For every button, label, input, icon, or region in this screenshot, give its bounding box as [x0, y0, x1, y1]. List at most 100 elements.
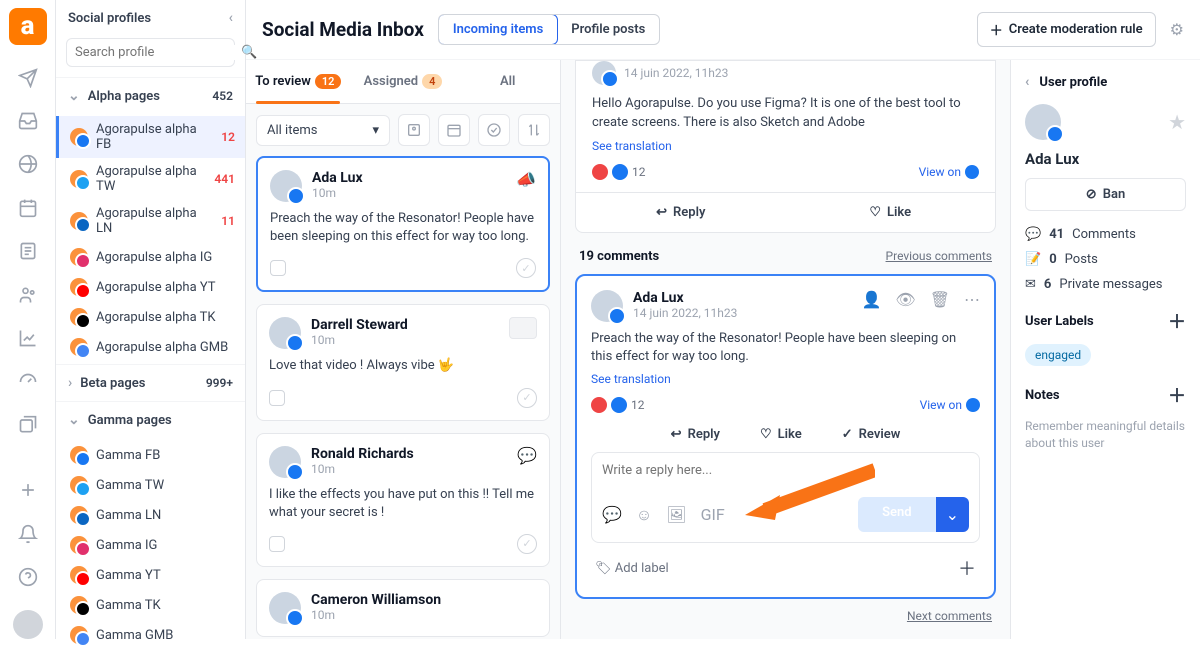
notes-icon[interactable] — [17, 241, 39, 262]
previous-comments-link[interactable]: Previous comments — [886, 249, 992, 264]
like-action[interactable]: ♡ Like — [760, 427, 802, 442]
review-action[interactable]: ✓ Review — [842, 427, 901, 442]
profile-item[interactable]: Gamma TK — [56, 590, 245, 620]
user-icon[interactable]: 👤 — [861, 290, 881, 309]
saved-reply-icon[interactable]: 💬 — [602, 505, 622, 524]
status-icon[interactable] — [478, 114, 510, 146]
profile-item[interactable]: Agorapulse alpha YT — [56, 272, 245, 302]
megaphone-icon: 📣 — [516, 170, 536, 189]
send-dropdown[interactable]: ⌄ — [936, 497, 969, 532]
next-comments-link[interactable]: Next comments — [575, 599, 996, 633]
section-gamma[interactable]: ⌄ Gamma pages — [56, 401, 245, 438]
translate-link[interactable]: See translation — [592, 139, 672, 153]
tab-assigned[interactable]: Assigned4 — [351, 60, 456, 103]
user-label-chip[interactable]: engaged — [1025, 344, 1091, 366]
view-on-link[interactable]: View on — [920, 398, 980, 412]
stat-posts: 📝0Posts — [1025, 252, 1186, 267]
assign-icon[interactable] — [398, 114, 430, 146]
notes-placeholder: Remember meaningful details about this u… — [1025, 418, 1186, 452]
avatar — [269, 317, 301, 349]
reply-action[interactable]: ↩ Reply — [671, 427, 720, 442]
image-icon[interactable]: 🖼 — [666, 505, 686, 524]
profile-item[interactable]: Agorapulse alpha TK — [56, 302, 245, 332]
checkbox[interactable] — [269, 536, 285, 552]
add-label-button[interactable]: 🏷 Add label — [595, 561, 669, 576]
add-icon[interactable] — [17, 480, 39, 501]
profile-item[interactable]: Gamma GMB — [56, 620, 245, 650]
app-logo[interactable]: a — [9, 8, 47, 45]
search-profile[interactable]: 🔍 — [66, 38, 235, 67]
create-rule-button[interactable]: ＋Create moderation rule — [977, 12, 1156, 47]
bell-icon[interactable] — [17, 523, 39, 544]
tab-review[interactable]: To review12 — [246, 60, 351, 103]
emoji-icon[interactable]: ☺ — [636, 505, 652, 525]
facebook-icon — [966, 398, 980, 412]
settings-icon[interactable]: ⚙ — [1170, 20, 1184, 39]
collapse-sidebar-icon[interactable]: ‹ — [229, 10, 233, 26]
send-button[interactable]: Send — [858, 497, 936, 532]
profile-item[interactable]: Agorapulse alpha IG — [56, 242, 245, 272]
tab-all[interactable]: All — [455, 60, 560, 103]
profile-item[interactable]: Gamma LN — [56, 500, 245, 530]
profile-item[interactable]: Gamma TW — [56, 470, 245, 500]
seg-posts[interactable]: Profile posts — [557, 15, 659, 44]
calendar-icon[interactable] — [17, 197, 39, 218]
view-on-link[interactable]: View on — [919, 165, 979, 179]
reply-box: 💬 ☺ 🖼 GIF Send ⌄ — [591, 452, 980, 543]
help-icon[interactable] — [17, 566, 39, 587]
profile-item[interactable]: Gamma YT — [56, 560, 245, 590]
profile-item[interactable]: Gamma FB — [56, 440, 245, 470]
section-beta[interactable]: › Beta pages 999+ — [56, 364, 245, 401]
globe-icon[interactable] — [17, 154, 39, 175]
library-icon[interactable] — [17, 414, 39, 435]
inbox-icon[interactable] — [17, 110, 39, 131]
checkbox[interactable] — [269, 390, 285, 406]
reply-textarea[interactable] — [602, 463, 969, 487]
translate-link[interactable]: See translation — [591, 372, 671, 386]
review-icon[interactable] — [516, 258, 536, 278]
selected-comment: Ada Lux14 juin 2022, 11h23 👤 👁 🗑 ⋯ Preac… — [575, 274, 996, 599]
review-icon[interactable] — [517, 388, 537, 408]
current-user-avatar[interactable] — [13, 610, 43, 639]
gif-icon[interactable]: GIF — [701, 505, 725, 524]
profile-item[interactable]: Agorapulse alpha FB12 — [56, 116, 245, 158]
seg-incoming[interactable]: Incoming items — [438, 14, 558, 45]
date-icon[interactable] — [438, 114, 470, 146]
delete-icon[interactable]: 🗑 — [930, 290, 950, 309]
inbox-item[interactable]: Ronald Richards10m💬 I like the effects y… — [256, 433, 550, 567]
inbox-item[interactable]: Darrell Steward10m Love that video ! Alw… — [256, 304, 550, 420]
inbox-item[interactable]: Ada Lux10m📣 Preach the way of the Resona… — [256, 156, 550, 292]
add-note-icon[interactable]: ＋ — [1168, 382, 1186, 408]
back-icon[interactable]: ‹ — [1025, 74, 1029, 90]
send-icon[interactable] — [17, 67, 39, 88]
checkbox[interactable] — [270, 260, 286, 276]
analytics-icon[interactable] — [17, 327, 39, 348]
profile-item[interactable]: Agorapulse alpha TW441 — [56, 158, 245, 200]
detail-column: 14 juin 2022, 11h23 Hello Agorapulse. Do… — [561, 60, 1010, 639]
gauge-icon[interactable] — [17, 371, 39, 392]
user-panel: ‹User profile ★ Ada Lux ⊘Ban 💬41Comments… — [1010, 60, 1200, 639]
ban-button[interactable]: ⊘Ban — [1025, 178, 1186, 211]
view-segment: Incoming items Profile posts — [438, 14, 660, 45]
avatar — [269, 592, 301, 624]
heart-reaction-icon — [592, 164, 608, 180]
inbox-item[interactable]: Cameron Williamson10m — [256, 579, 550, 637]
reply-button[interactable]: ↩Reply — [576, 193, 786, 232]
add-label-icon[interactable]: ＋ — [1168, 308, 1186, 334]
sort-icon[interactable] — [518, 114, 550, 146]
section-alpha[interactable]: ⌄ Alpha pages 452 — [56, 77, 245, 114]
facebook-icon — [965, 165, 979, 179]
profile-item[interactable]: Agorapulse alpha GMB — [56, 332, 245, 362]
search-input[interactable] — [75, 45, 241, 60]
more-icon[interactable]: ⋯ — [964, 290, 980, 309]
people-icon[interactable] — [17, 284, 39, 305]
profile-item[interactable]: Agorapulse alpha LN11 — [56, 200, 245, 242]
review-icon[interactable] — [517, 534, 537, 554]
filter-dropdown[interactable]: All items▾ — [256, 115, 390, 146]
add-icon[interactable]: ＋ — [958, 555, 976, 581]
like-button[interactable]: ♡Like — [786, 193, 996, 232]
profile-item[interactable]: Gamma IG — [56, 530, 245, 560]
hide-icon[interactable]: 👁 — [895, 290, 915, 309]
star-icon[interactable]: ★ — [1168, 110, 1186, 134]
ban-icon: ⊘ — [1086, 187, 1097, 202]
